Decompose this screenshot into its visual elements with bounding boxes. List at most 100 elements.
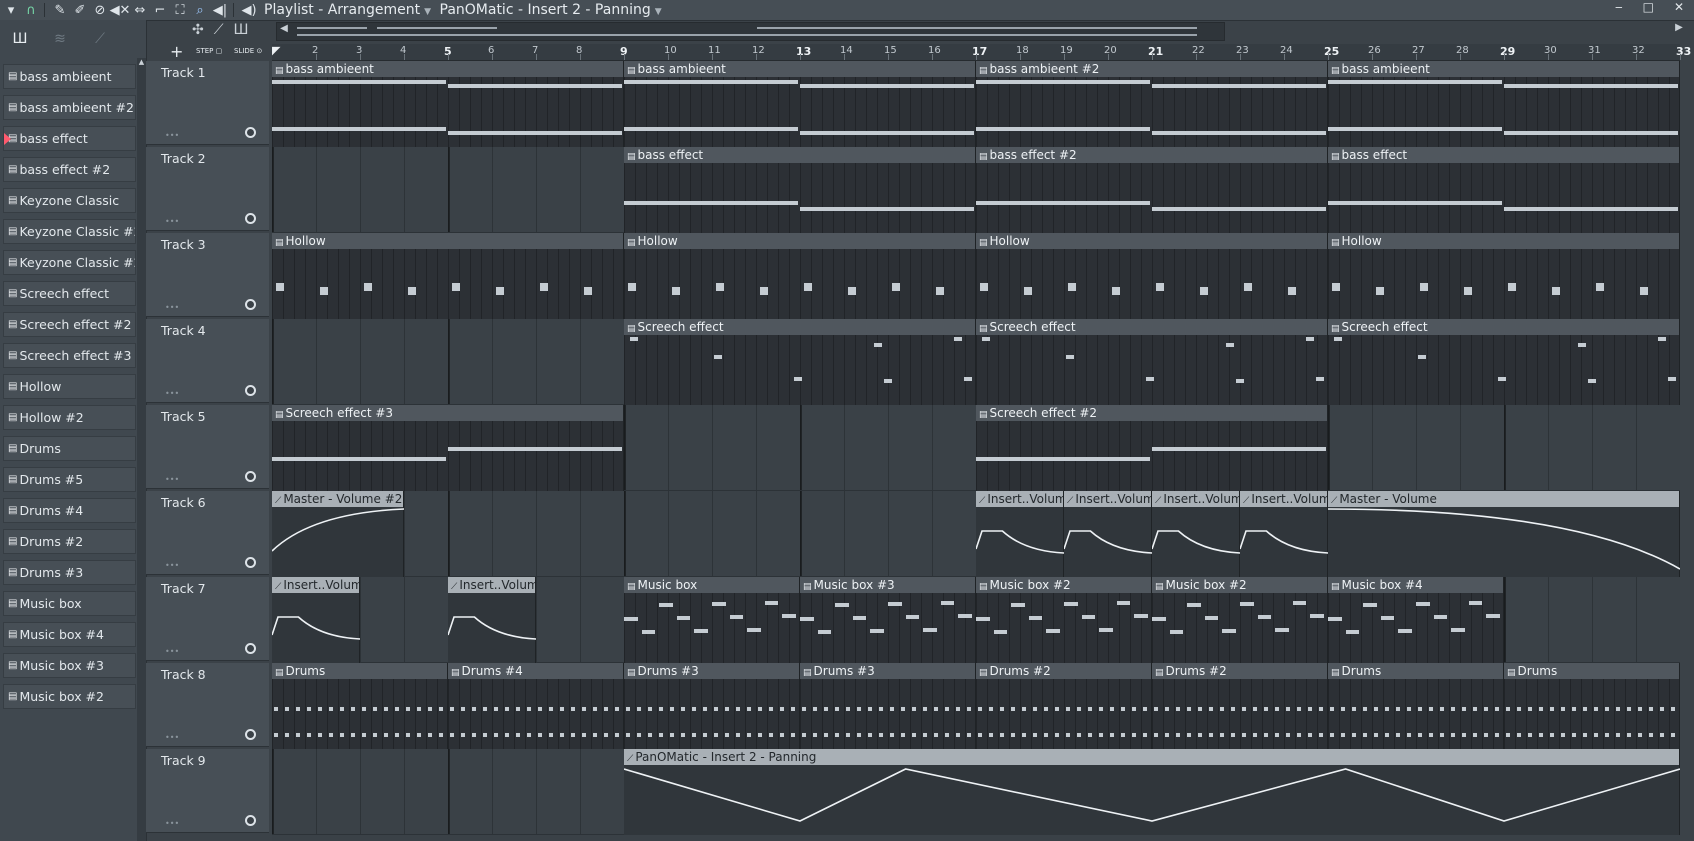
track-name[interactable]: Track 6 xyxy=(161,495,206,510)
picker-clip[interactable]: ▤ Drums xyxy=(3,436,136,461)
track-name[interactable]: Track 9 xyxy=(161,753,206,768)
slice-icon[interactable]: ⌐ xyxy=(151,1,169,19)
minimize-button[interactable]: ‒ xyxy=(1615,0,1623,14)
picker-clip[interactable]: ▤ Drums #3 xyxy=(3,560,136,585)
paint-icon[interactable]: ✐ xyxy=(71,1,89,19)
pattern-clip[interactable]: ▤ Hollow xyxy=(976,233,1328,319)
ruler-bar-number[interactable]: 12 xyxy=(752,45,765,56)
pattern-clip[interactable]: ▤ Music box #2 xyxy=(976,577,1152,663)
pattern-icon[interactable]: ▤ xyxy=(627,66,636,76)
pattern-clip[interactable]: ▤ Hollow xyxy=(272,233,624,319)
ruler-bar-number[interactable]: 19 xyxy=(1060,45,1073,56)
clip-header[interactable]: ▤ Drums #2 xyxy=(976,663,1151,679)
clip-header[interactable]: ▤ Hollow xyxy=(1328,233,1679,249)
pattern-icon[interactable]: ▤ xyxy=(627,238,636,248)
pattern-clip[interactable]: ▤ bass ambieent xyxy=(624,61,976,147)
automation-clip[interactable]: ⟋Insert..Volume xyxy=(272,577,360,663)
pattern-clip[interactable]: ▤ Drums xyxy=(1504,663,1680,749)
title-target[interactable]: PanOMatic - Insert 2 - Panning xyxy=(440,2,651,18)
automation-clip[interactable]: ⟋Insert..Volume xyxy=(1064,491,1152,577)
clip-header[interactable]: ▤ Music box #4 xyxy=(1328,577,1503,593)
track-header[interactable]: Track 5 ••• xyxy=(146,405,269,489)
track-grip-icon[interactable]: ••• xyxy=(165,131,179,140)
track-header[interactable]: Track 7 ••• xyxy=(146,577,269,661)
clip-header[interactable]: ▤ Drums #3 xyxy=(624,663,799,679)
pattern-icon[interactable]: ▤ xyxy=(1507,668,1516,678)
track-grip-icon[interactable]: ••• xyxy=(165,217,179,226)
mute-icon[interactable]: ◀✕ xyxy=(110,1,131,19)
clip-header[interactable]: ▤ Music box #2 xyxy=(1152,577,1327,593)
clip-header[interactable]: ▤ Screech effect #2 xyxy=(976,405,1327,421)
ruler-bar-number[interactable]: 11 xyxy=(708,45,721,56)
pattern-clip[interactable]: ▤ Drums #4 xyxy=(448,663,624,749)
pattern-icon[interactable]: ▤ xyxy=(979,238,988,248)
pattern-icon[interactable]: ▤ xyxy=(1155,582,1164,592)
pattern-icon[interactable]: ▤ xyxy=(979,582,988,592)
clip-header[interactable]: ▤ Drums xyxy=(272,663,447,679)
clip-header[interactable]: ▤ Drums #2 xyxy=(1152,663,1327,679)
scroll-left-icon[interactable]: ◀ xyxy=(277,23,291,40)
title-playlist[interactable]: Playlist - Arrangement xyxy=(264,2,420,18)
pattern-clip[interactable]: ▤ Drums xyxy=(1328,663,1504,749)
pattern-icon[interactable]: ▤ xyxy=(275,238,284,248)
pattern-icon[interactable]: ▤ xyxy=(1331,152,1340,162)
pattern-icon[interactable]: ▤ xyxy=(627,324,636,334)
add-track-button[interactable]: + xyxy=(170,42,183,61)
ruler-bar-number[interactable]: 14 xyxy=(840,45,853,56)
track-enable-toggle[interactable] xyxy=(245,557,256,568)
track-enable-toggle[interactable] xyxy=(245,471,256,482)
menu-arrow-icon[interactable]: ▾ xyxy=(2,1,20,19)
track-lane[interactable]: ▤ Screech effect ▤ Screech effect ▤ Screech e… xyxy=(272,319,1680,405)
track-name[interactable]: Track 8 xyxy=(161,667,206,682)
clip-header[interactable]: ▤ Music box xyxy=(624,577,799,593)
track-grip-icon[interactable]: ••• xyxy=(165,303,179,312)
slide-toggle[interactable]: SLIDE ⊙ xyxy=(234,47,262,55)
piano-icon[interactable]: Ш xyxy=(234,22,249,38)
clip-header[interactable]: ▤ Screech effect xyxy=(1328,319,1679,335)
overview-scrollbar[interactable]: ◀ xyxy=(276,22,1225,41)
track-enable-toggle[interactable] xyxy=(245,385,256,396)
ruler-bar-number[interactable]: 33 xyxy=(1676,45,1691,58)
ruler-bar-number[interactable]: 28 xyxy=(1456,45,1469,56)
automation-icon[interactable]: ⟋ xyxy=(275,496,281,506)
automation-icon[interactable]: ⟋ xyxy=(1067,496,1073,506)
track-lane[interactable]: ▤ Screech effect #3 ▤ Screech effect #2 xyxy=(272,405,1680,491)
ruler-bar-number[interactable]: 18 xyxy=(1016,45,1029,56)
clip-header[interactable]: ⟋ PanOMatic - Insert 2 - Panning xyxy=(624,749,1679,765)
clip-header[interactable]: ▤ bass ambieent xyxy=(624,61,975,77)
picker-clip[interactable]: ▤ Hollow #2 xyxy=(3,405,136,430)
automation-icon[interactable]: ⟋ xyxy=(1155,496,1161,506)
picker-clip[interactable]: ▤ Music box #3 xyxy=(3,653,136,678)
pattern-clip[interactable]: ▤ bass effect #2 xyxy=(976,147,1328,233)
patterns-tab[interactable]: Ш xyxy=(0,31,40,47)
track-name[interactable]: Track 7 xyxy=(161,581,206,596)
picker-clip[interactable]: ▤ Screech effect #3 xyxy=(3,343,136,368)
clip-header[interactable]: ▤ Drums #4 xyxy=(448,663,623,679)
ruler-bar-number[interactable]: 30 xyxy=(1544,45,1557,56)
clip-header[interactable]: ▤ Hollow xyxy=(624,233,975,249)
automation-clip[interactable]: ⟋ Master - Volume xyxy=(1328,491,1680,577)
clip-header[interactable]: ⟋ Master - Volume xyxy=(1328,491,1679,507)
ruler-bar-number[interactable]: 23 xyxy=(1236,45,1249,56)
track-enable-toggle[interactable] xyxy=(245,643,256,654)
clip-header[interactable]: ⟋Insert..Volume xyxy=(1152,491,1239,507)
clip-header[interactable]: ▤ Screech effect #3 xyxy=(272,405,623,421)
delete-icon[interactable]: ⊘ xyxy=(91,1,109,19)
clip-header[interactable]: ▤ bass effect xyxy=(1328,147,1679,163)
clip-header[interactable]: ▤ Screech effect xyxy=(624,319,975,335)
pencil-icon[interactable]: ✎ xyxy=(51,1,69,19)
clip-header[interactable]: ⟋Insert..Volume xyxy=(1064,491,1151,507)
pattern-icon[interactable]: ▤ xyxy=(1331,582,1340,592)
pattern-icon[interactable]: ▤ xyxy=(1155,668,1164,678)
timeline-ruler[interactable]: ◤ 2 3 4 5 6 7 8 9 10 11 12 13 14 15 16 17 18 19 20 21 22 23 24… xyxy=(272,44,1691,61)
automation-icon[interactable]: ⟋ xyxy=(451,582,457,592)
ruler-bar-number[interactable]: 21 xyxy=(1148,45,1163,58)
pattern-icon[interactable]: ▤ xyxy=(627,668,636,678)
clip-header[interactable]: ⟋Insert..Volume xyxy=(448,577,535,593)
clip-header[interactable]: ▤ bass ambieent #2 xyxy=(976,61,1327,77)
window-title[interactable]: Playlist - Arrangement ▼ PanOMatic - Inse… xyxy=(264,2,666,18)
track-lane[interactable]: ⟋Master - Volume #2⟋Insert..Volume⟋Inser… xyxy=(272,491,1680,577)
chevron-down-icon[interactable]: ▼ xyxy=(655,7,662,17)
ruler-bar-number[interactable]: 13 xyxy=(796,45,811,58)
picker-clip[interactable]: ▤ Music box #4 xyxy=(3,622,136,647)
